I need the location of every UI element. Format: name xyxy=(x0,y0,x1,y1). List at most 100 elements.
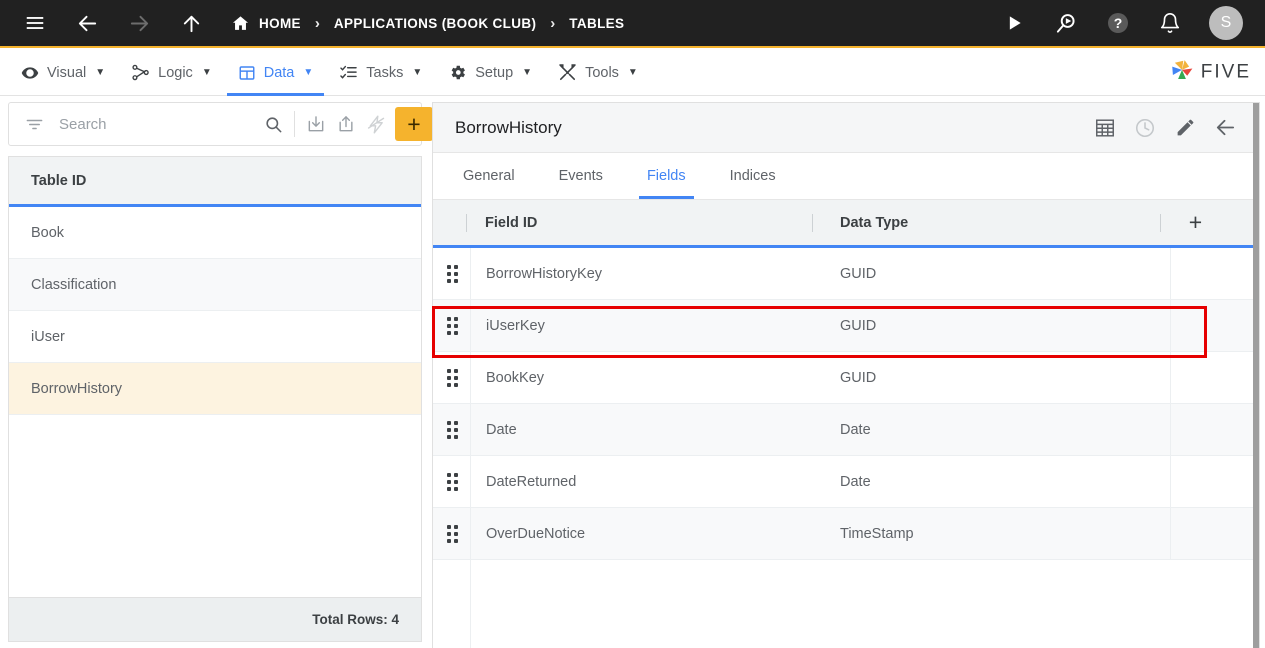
column-resize-handle[interactable] xyxy=(812,213,813,232)
hamburger-menu-icon[interactable] xyxy=(22,10,48,36)
list-item[interactable]: Book xyxy=(9,207,421,259)
list-item[interactable]: Classification xyxy=(9,259,421,311)
cell-data-type: GUID xyxy=(840,265,877,282)
tab-general[interactable]: General xyxy=(455,152,523,199)
cell-field-id: DateReturned xyxy=(486,473,577,490)
filter-icon[interactable] xyxy=(19,109,49,139)
menu-item-data[interactable]: Data ▼ xyxy=(226,50,324,96)
search-icon[interactable] xyxy=(258,109,288,139)
drag-handle-icon[interactable] xyxy=(433,420,471,439)
column-resize-handle[interactable] xyxy=(466,213,467,232)
breadcrumb-item-applications[interactable]: APPLICATIONS (BOOK CLUB) xyxy=(334,16,536,31)
help-icon[interactable]: ? xyxy=(1105,10,1131,36)
page-title: BorrowHistory xyxy=(455,117,562,137)
import-icon[interactable] xyxy=(301,109,331,139)
table-detail-header: BorrowHistory xyxy=(433,103,1259,153)
sidebar-search-toolbar: + xyxy=(8,102,433,146)
menu-label-setup: Setup xyxy=(475,64,514,81)
add-field-button[interactable]: + xyxy=(1189,211,1202,234)
menu-item-tasks[interactable]: Tasks ▼ xyxy=(336,50,425,96)
chevron-down-icon: ▼ xyxy=(95,67,106,78)
history-clock-icon[interactable] xyxy=(1125,108,1165,148)
search-input[interactable] xyxy=(49,115,258,133)
tab-events[interactable]: Events xyxy=(551,152,611,199)
column-resize-handle[interactable] xyxy=(1160,213,1161,232)
cell-row-actions[interactable] xyxy=(1170,455,1221,508)
main-menu-bar: Visual ▼ Logic ▼ Data ▼ Tasks ▼ Setup ▼ … xyxy=(0,50,1265,96)
cell-field-id: iUserKey xyxy=(486,317,545,334)
quick-action-icon[interactable] xyxy=(361,109,391,139)
home-icon xyxy=(230,13,250,33)
top-navigation-bar: HOME › APPLICATIONS (BOOK CLUB) › TABLES… xyxy=(0,0,1265,48)
application-window: HOME › APPLICATIONS (BOOK CLUB) › TABLES… xyxy=(0,0,1265,648)
menu-item-visual[interactable]: Visual ▼ xyxy=(18,50,108,96)
tools-icon xyxy=(558,63,577,82)
table-grid-icon[interactable] xyxy=(1085,108,1125,148)
cell-row-actions[interactable] xyxy=(1170,299,1221,352)
list-item[interactable]: iUser xyxy=(9,311,421,363)
column-header-table-id: Table ID xyxy=(31,172,87,189)
table-row[interactable]: BorrowHistoryKey GUID xyxy=(433,248,1259,300)
five-wordmark: FIVE xyxy=(1200,61,1251,83)
tables-list-card: Table ID Book Classification iUser Borro… xyxy=(8,156,422,642)
list-item-label: BorrowHistory xyxy=(31,380,123,397)
chevron-down-icon: ▼ xyxy=(627,67,638,78)
table-row[interactable]: OverDueNotice TimeStamp xyxy=(433,507,1259,560)
edit-pencil-icon[interactable] xyxy=(1165,108,1205,148)
menu-label-visual: Visual xyxy=(47,64,87,81)
table-row[interactable]: DateReturned Date xyxy=(433,455,1259,508)
tables-list-body: Book Classification iUser BorrowHistory xyxy=(9,207,421,597)
drag-handle-icon[interactable] xyxy=(433,264,471,283)
up-arrow-icon[interactable] xyxy=(178,10,204,36)
gear-icon xyxy=(448,63,467,82)
back-arrow-icon[interactable] xyxy=(1205,108,1245,148)
tab-label-fields: Fields xyxy=(646,167,686,184)
menu-label-data: Data xyxy=(263,64,295,81)
search-run-icon[interactable] xyxy=(1053,10,1079,36)
table-detail-panel: BorrowHistory General Events Fields Indi… xyxy=(432,102,1260,648)
column-header-data-type[interactable]: Data Type xyxy=(826,215,1170,231)
table-row[interactable]: iUserKey GUID xyxy=(433,299,1259,352)
avatar[interactable]: S xyxy=(1209,6,1243,40)
back-arrow-icon[interactable] xyxy=(74,10,100,36)
svg-text:?: ? xyxy=(1114,15,1123,31)
tab-label-indices: Indices xyxy=(729,167,776,184)
list-item-label: Classification xyxy=(31,276,117,293)
tab-label-events: Events xyxy=(558,167,603,184)
five-brand-logo: FIVE xyxy=(1169,57,1251,88)
menu-item-tools[interactable]: Tools ▼ xyxy=(555,50,641,96)
breadcrumb-separator-1: › xyxy=(314,14,320,32)
drag-handle-icon[interactable] xyxy=(433,368,471,387)
cell-row-actions[interactable] xyxy=(1170,351,1221,404)
drag-handle-icon[interactable] xyxy=(433,524,471,543)
breadcrumb-item-home[interactable]: HOME xyxy=(230,13,301,33)
menu-item-logic[interactable]: Logic ▼ xyxy=(128,50,215,96)
column-header-field-id[interactable]: Field ID xyxy=(471,215,826,231)
notifications-bell-icon[interactable] xyxy=(1157,10,1183,36)
tables-list-footer: Total Rows: 4 xyxy=(9,597,421,641)
menu-item-setup[interactable]: Setup ▼ xyxy=(445,50,535,96)
cell-row-actions[interactable] xyxy=(1170,507,1221,560)
forward-arrow-icon[interactable] xyxy=(126,10,152,36)
export-icon[interactable] xyxy=(331,109,361,139)
cell-field-id: Date xyxy=(486,421,517,438)
cell-data-type: Date xyxy=(840,473,871,490)
tab-indices[interactable]: Indices xyxy=(722,152,784,199)
chevron-down-icon: ▼ xyxy=(522,67,533,78)
table-row[interactable]: BookKey GUID xyxy=(433,351,1259,404)
drag-handle-icon[interactable] xyxy=(433,316,471,335)
tab-fields[interactable]: Fields xyxy=(638,152,694,199)
vertical-scrollbar[interactable] xyxy=(1253,103,1259,648)
list-item-selected[interactable]: BorrowHistory xyxy=(9,363,421,415)
logic-flow-icon xyxy=(131,63,150,82)
five-pinwheel-icon xyxy=(1169,57,1195,88)
add-table-button[interactable]: + xyxy=(395,107,433,141)
breadcrumb-label-home: HOME xyxy=(259,15,301,31)
table-row[interactable]: Date Date xyxy=(433,403,1259,456)
cell-row-actions[interactable] xyxy=(1170,248,1221,300)
run-play-icon[interactable] xyxy=(1001,10,1027,36)
cell-row-actions[interactable] xyxy=(1170,403,1221,456)
tab-label-general: General xyxy=(463,167,515,184)
breadcrumb-item-tables[interactable]: TABLES xyxy=(569,16,624,31)
drag-handle-icon[interactable] xyxy=(433,472,471,491)
